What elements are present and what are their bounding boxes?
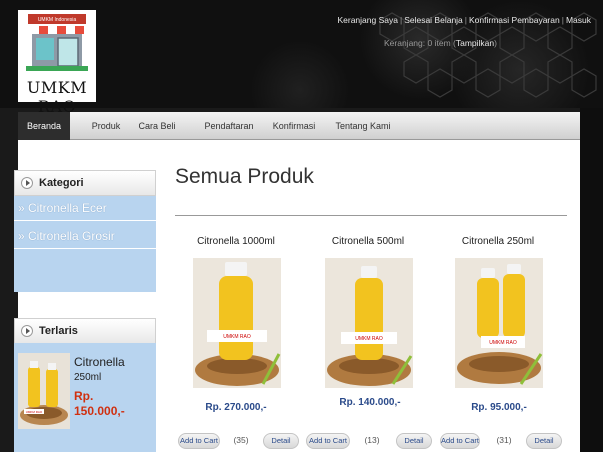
logo-badge-text: UMKM Indonesia [38,17,77,23]
right-edge-pattern [580,108,603,452]
arrow-right-icon [21,325,33,337]
bottle-label-text: UMKM RAO [26,410,43,414]
product-price-250ml: Rp. 95.000,- [471,402,527,413]
cart-prefix: Keranjang: [384,38,426,48]
stock-count-1000ml: (35) [233,435,249,445]
link-masuk[interactable]: Masuk [566,15,591,25]
category-citronella-grosir[interactable]: » Citronella Grosir [14,224,156,249]
logo-text: UMKM RAO [26,78,88,116]
title-divider [175,215,567,216]
detail-button-1000ml[interactable]: Detail [263,433,299,449]
bottle-label-text: UMKM RAO [355,336,383,342]
product-price-500ml: Rp. 140.000,- [339,397,401,408]
link-konfirmasi-pembayaran[interactable]: Konfirmasi Pembayaran [469,15,560,25]
separator: | [399,15,403,25]
main-navigation: Beranda Produk Cara Beli Pendaftaran Kon… [18,112,580,140]
bestseller-price-line1: Rp. [74,389,94,403]
bestseller-title: Terlaris [39,325,78,337]
nav-item-konfirmasi[interactable]: Konfirmasi [268,112,320,140]
bestseller-price-line2: 150.000,- [74,404,125,418]
bestseller-panel: UMKM RAO Citronella 250ml Rp. 150.000,- [14,343,156,452]
nav-item-tentang-kami[interactable]: Tentang Kami [332,112,394,140]
detail-button-500ml[interactable]: Detail [396,433,432,449]
nav-item-pendaftaran[interactable]: Pendaftaran [198,112,260,140]
site-logo[interactable]: UMKM Indonesia UMKM RAO [18,10,96,116]
bestseller-name-line2: 250ml [74,372,102,383]
storefront-icon: UMKM Indonesia [26,14,88,71]
link-keranjang-saya[interactable]: Keranjang Saya [337,15,398,25]
product-name-250ml[interactable]: Citronella 250ml [443,236,553,247]
site-header: UMKM Indonesia UMKM RAO Keranjang Saya | S… [0,0,603,116]
stock-count-500ml: (13) [364,435,380,445]
add-to-cart-button-1000ml[interactable]: Add to Cart [178,433,220,449]
nav-item-beranda[interactable]: Beranda [18,112,70,140]
cart-paren-close: ) [494,38,497,48]
bestseller-name-line1: Citronella [74,355,125,369]
detail-button-250ml[interactable]: Detail [526,433,562,449]
categories-title: Kategori [39,177,84,189]
cart-summary: Keranjang: 0 item (Tampilkan) [384,38,497,48]
product-name-500ml[interactable]: Citronella 500ml [313,236,423,247]
arrow-right-icon [21,177,33,189]
top-links: Keranjang Saya | Selesai Belanja | Konfirmas… [337,15,591,25]
stock-count-250ml: (31) [496,435,512,445]
product-name-1000ml[interactable]: Citronella 1000ml [181,236,291,247]
category-citronella-ecer[interactable]: » Citronella Ecer [14,196,156,221]
product-image-1000ml[interactable]: UMKM RAO [193,258,281,388]
nav-item-cara-beli[interactable]: Cara Beli [136,112,178,140]
cart-count: 0 item [427,38,451,48]
separator: | [464,15,468,25]
categories-heading: Kategori [14,170,156,196]
bottle-label-text: UMKM RAO [489,340,517,346]
bestseller-price: Rp. 150.000,- [74,389,125,419]
separator: | [561,15,564,25]
bestseller-product-image[interactable]: UMKM RAO [18,353,70,429]
add-to-cart-button-500ml[interactable]: Add to Cart [306,433,350,449]
page-title: Semua Produk [175,165,314,188]
cart-show-link[interactable]: Tampilkan [456,38,494,48]
bottle-label-text: UMKM RAO [223,334,251,340]
product-image-250ml[interactable]: UMKM RAO [455,258,543,388]
link-selesai-belanja[interactable]: Selesai Belanja [404,15,463,25]
product-price-1000ml: Rp. 270.000,- [205,402,267,413]
bestseller-name[interactable]: Citronella 250ml [74,355,125,385]
nav-item-produk[interactable]: Produk [82,112,130,140]
add-to-cart-button-250ml[interactable]: Add to Cart [440,433,480,449]
categories-panel: » Citronella Ecer » Citronella Grosir [14,196,156,292]
product-image-500ml[interactable]: UMKM RAO [325,258,413,388]
bestseller-heading: Terlaris [14,318,156,344]
